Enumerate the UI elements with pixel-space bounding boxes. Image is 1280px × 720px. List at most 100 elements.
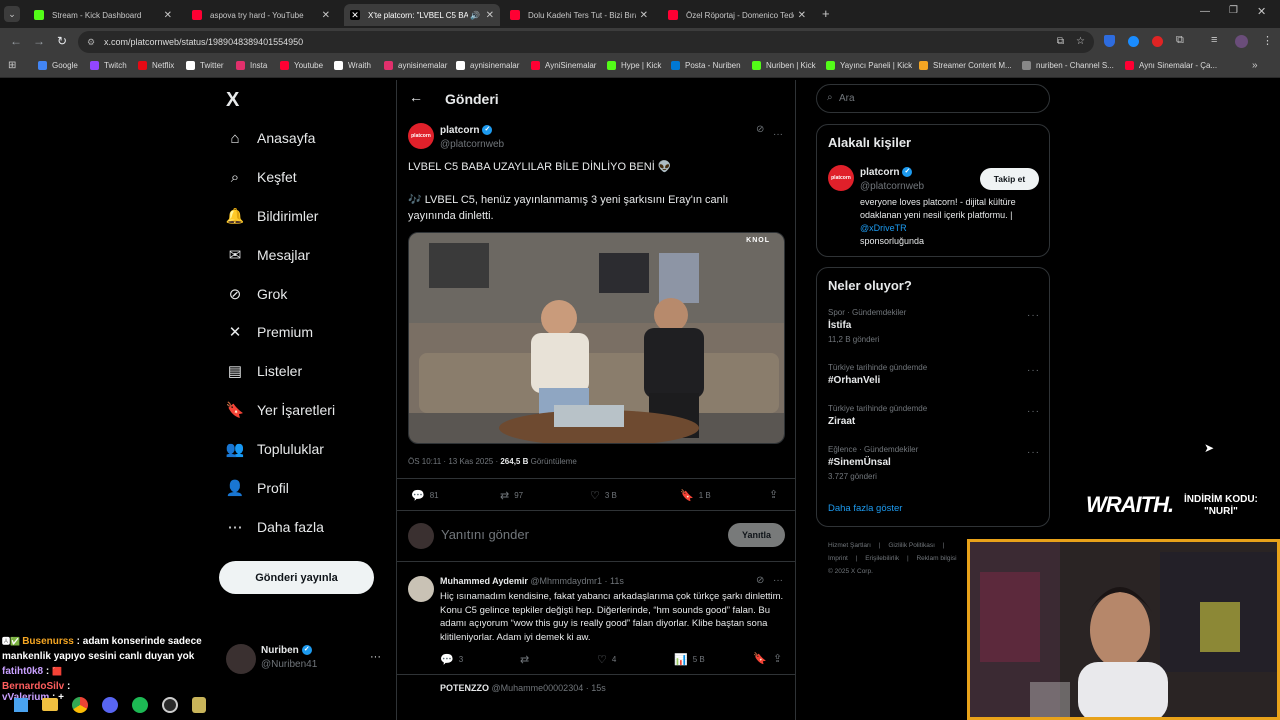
close-icon[interactable]: ✕ — [322, 10, 330, 21]
audio-icon[interactable]: 🔊 — [470, 11, 480, 20]
x-logo-icon[interactable]: X — [226, 89, 239, 112]
bio-mention-link[interactable]: @xDriveTR — [860, 223, 907, 233]
star-icon[interactable]: ☆ — [1076, 31, 1085, 53]
reply-input[interactable]: Yanıtını gönder — [441, 527, 711, 542]
red-extension-icon[interactable] — [1152, 36, 1163, 47]
close-icon[interactable]: ✕ — [640, 10, 648, 21]
trend-more-icon[interactable]: ··· — [1027, 310, 1040, 321]
account-switcher[interactable]: Nuriben ✓ @Nuriben41 — [261, 645, 317, 670]
related-avatar[interactable]: platcorn — [828, 165, 854, 191]
sidebar-item-yer-i-şaretleri[interactable]: 🔖 Yer İşaretleri — [226, 398, 335, 422]
reply-repost-button[interactable]: ⇄ — [520, 653, 534, 666]
bookmark-item[interactable]: Google — [38, 61, 78, 70]
follow-button[interactable]: Takip et — [980, 168, 1039, 190]
trend-item[interactable]: Türkiye tarihinde gündemde #OrhanVeli — [828, 363, 927, 390]
windows-start-icon[interactable] — [14, 698, 28, 712]
trend-more-icon[interactable]: ··· — [1027, 447, 1040, 458]
footer-link-ad-info[interactable]: Reklam bilgisi — [916, 555, 956, 562]
reply-author-name[interactable]: Muhammed Aydemir — [440, 576, 528, 586]
forward-icon[interactable]: → — [33, 34, 45, 48]
tweet-time[interactable]: ÖS 10:11 · 13 Kas 2025 · — [408, 457, 500, 466]
extensions-icon[interactable]: ⧉ — [1176, 34, 1184, 47]
bookmark-item[interactable]: Youtube — [280, 61, 323, 70]
grok-icon[interactable]: ⊘ — [756, 575, 764, 586]
bookmark-item[interactable]: Twitter — [186, 61, 224, 70]
bookmark-button[interactable]: 🔖 1 B — [680, 489, 711, 502]
tab-youtube-ozel-roportaj[interactable]: Özel Röportaj - Domenico Tede... ✕ — [662, 4, 812, 26]
bookmark-item[interactable]: nuriben - Channel S... — [1022, 61, 1114, 70]
reply-avatar[interactable] — [408, 576, 434, 602]
reply-submit-button[interactable]: Yanıtla — [728, 523, 785, 547]
reply-like-button[interactable]: ♡ 4 — [597, 653, 616, 666]
tab-youtube-dolu-kadehi[interactable]: Dolu Kadehi Ters Tut - Bizi Bıraktı... ✕ — [504, 4, 654, 26]
new-tab-button[interactable]: + — [822, 6, 830, 21]
install-icon[interactable]: ⧉ — [1057, 31, 1064, 53]
post-button[interactable]: Gönderi yayınla — [219, 561, 374, 594]
more-bookmarks-icon[interactable]: » — [1252, 60, 1258, 71]
sidebar-item-topluluklar[interactable]: 👥 Topluluklar — [226, 437, 324, 461]
trend-more-icon[interactable]: ··· — [1027, 365, 1040, 376]
bookmark-item[interactable]: aynisinemalar — [384, 61, 447, 70]
reply-reply-button[interactable]: 💬 3 — [440, 653, 463, 666]
footer-link-privacy[interactable]: Gizlilik Politikası — [888, 542, 935, 549]
kebab-menu-icon[interactable]: ⋮ — [1262, 34, 1273, 47]
close-icon[interactable]: ✕ — [486, 10, 494, 21]
discord-icon[interactable] — [102, 697, 118, 713]
tab-kick-dashboard[interactable]: Stream - Kick Dashboard ✕ — [28, 4, 178, 26]
bookmark-item[interactable]: AyniSinemalar — [531, 61, 596, 70]
close-icon[interactable]: ✕ — [164, 10, 172, 21]
reply-author-name[interactable]: POTENZZO — [440, 683, 489, 693]
sidebar-item-keşfet[interactable]: ⌕ Keşfet — [226, 165, 297, 189]
share-button[interactable]: ⇪ — [769, 488, 783, 501]
bookmark-item[interactable]: Hype | Kick — [607, 61, 661, 70]
sidebar-item-daha-fazla[interactable]: ⋯ Daha fazla — [226, 515, 324, 539]
app-icon[interactable] — [192, 697, 206, 713]
related-user[interactable]: platcorn ✓ @platcornweb — [860, 167, 924, 192]
bookmark-item[interactable]: Netflix — [138, 61, 174, 70]
reply-bookmark-button[interactable]: 🔖 — [753, 652, 772, 665]
trend-item[interactable]: Türkiye tarihinde gündemde Ziraat — [828, 404, 927, 431]
vpn-extension-icon[interactable] — [1128, 36, 1139, 47]
shield-extension-icon[interactable] — [1104, 35, 1115, 47]
search-input[interactable]: ⌕ Ara — [816, 84, 1050, 113]
close-icon[interactable]: ✕ — [798, 10, 806, 21]
url-input[interactable]: ⚙ x.com/platcornweb/status/1989048389401… — [78, 31, 1094, 53]
tab-x-platcorn[interactable]: ✕ X'te platcorn: "LVBEL C5 BA... 🔊 ✕ — [344, 4, 500, 26]
close-window-button[interactable]: ✕ — [1257, 5, 1266, 18]
tab-search-button[interactable]: ⌄ — [4, 6, 20, 22]
trend-item[interactable]: Spor · Gündemdekiler İstifa 11,2 B gönderi — [828, 308, 906, 344]
sidebar-item-listeler[interactable]: ▤ Listeler — [226, 359, 302, 383]
sidebar-item-grok[interactable]: ⊘ Grok — [226, 282, 288, 306]
account-more-icon[interactable]: ··· — [370, 651, 381, 663]
like-button[interactable]: ♡ 3 B — [590, 489, 617, 502]
obs-icon[interactable] — [162, 697, 178, 713]
maximize-button[interactable]: ❐ — [1229, 5, 1238, 16]
footer-link-imprint[interactable]: Imprint — [828, 555, 848, 562]
bookmark-item[interactable]: Nuriben | Kick — [752, 61, 816, 70]
footer-link-accessibility[interactable]: Erişilebilirlik — [865, 555, 899, 562]
tab-youtube-aspova[interactable]: aspova try hard - YouTube ✕ — [186, 4, 336, 26]
bookmark-item[interactable]: Aynı Sinemalar - Ça... — [1125, 61, 1217, 70]
sidebar-item-bildirimler[interactable]: 🔔 Bildirimler — [226, 204, 319, 228]
sidebar-item-premium[interactable]: ✕ Premium — [226, 320, 313, 344]
grok-icon[interactable]: ⊘ — [756, 124, 764, 135]
bookmark-item[interactable]: Streamer Content M... — [919, 61, 1012, 70]
bookmark-item[interactable]: aynisinemalar — [456, 61, 519, 70]
spotify-icon[interactable] — [132, 697, 148, 713]
tweet-video[interactable]: KNOL — [408, 232, 785, 444]
tweet-more-icon[interactable]: ··· — [773, 124, 783, 142]
tweet-author[interactable]: platcorn ✓ @platcornweb — [440, 125, 504, 150]
apps-grid-icon[interactable]: ⊞ — [8, 60, 16, 71]
sidebar-item-mesajlar[interactable]: ✉ Mesajlar — [226, 243, 310, 267]
bookmark-item[interactable]: Yayıncı Paneli | Kick — [826, 61, 912, 70]
reply-more-icon[interactable]: ··· — [773, 575, 783, 586]
author-avatar[interactable]: platcorn — [408, 123, 434, 149]
site-info-icon[interactable]: ⚙ — [87, 31, 95, 53]
reply-share-button[interactable]: ⇪ — [773, 652, 787, 665]
sidebar-item-anasayfa[interactable]: ⌂ Anasayfa — [226, 126, 315, 150]
chrome-icon[interactable] — [72, 697, 88, 713]
reply-button[interactable]: 💬 81 — [411, 489, 439, 502]
bookmark-item[interactable]: Wraith — [334, 61, 371, 70]
reload-icon[interactable]: ↻ — [57, 34, 67, 48]
back-arrow-icon[interactable]: ← — [409, 89, 423, 105]
